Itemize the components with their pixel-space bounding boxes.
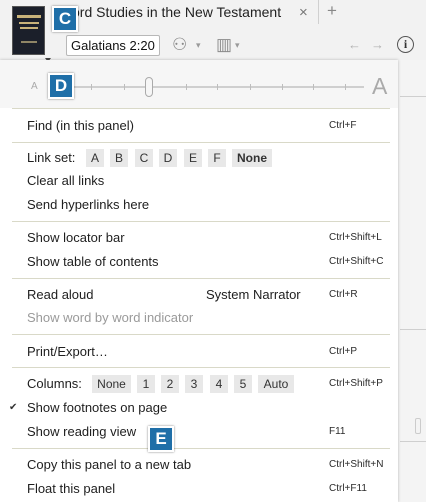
link-set-option-none[interactable]: None — [232, 149, 272, 167]
visual-filter-dropdown-icon[interactable]: ▾ — [196, 40, 201, 51]
font-size-small-label: A — [31, 81, 38, 92]
link-set-option-f[interactable]: F — [208, 149, 226, 167]
slider-tick — [250, 84, 251, 90]
panel-layout-dropdown-icon[interactable]: ▾ — [235, 40, 240, 51]
link-set-option-b[interactable]: B — [110, 149, 128, 167]
menu-divider — [12, 278, 390, 279]
slider-tick — [186, 84, 187, 90]
columns-option-none[interactable]: None — [92, 375, 131, 393]
forward-arrow-icon[interactable]: → — [371, 37, 384, 52]
columns-option-1[interactable]: 1 — [137, 375, 155, 393]
link-set-label: Link set: — [27, 150, 76, 165]
book-cover-thumbnail[interactable] — [12, 6, 45, 55]
link-set-option-e[interactable]: E — [184, 149, 202, 167]
checkmark-icon: ✔ — [9, 402, 18, 413]
back-arrow-icon[interactable]: ← — [348, 37, 361, 52]
columns-option-3[interactable]: 3 — [185, 375, 203, 393]
callout-marker-d: D — [48, 73, 74, 99]
reference-input[interactable] — [66, 35, 160, 56]
tab-title[interactable]: ord Studies in the New Testament — [72, 4, 281, 20]
panel-layout-icon[interactable]: ▥ — [216, 35, 232, 55]
shortcut-reading-view: F11 — [329, 426, 346, 437]
callout-marker-e: E — [148, 426, 174, 452]
background-line — [400, 329, 426, 330]
menu-item-send-hyperlinks[interactable]: Send hyperlinks here — [27, 196, 149, 214]
shortcut-find: Ctrl+F — [329, 120, 357, 131]
link-set-option-c[interactable]: C — [135, 149, 153, 167]
menu-item-read-aloud[interactable]: Read aloud — [27, 286, 94, 304]
menu-divider — [12, 142, 390, 143]
columns-option-4[interactable]: 4 — [210, 375, 228, 393]
menu-item-locator-bar[interactable]: Show locator bar — [27, 229, 125, 247]
font-size-large-label: A — [372, 73, 388, 99]
shortcut-table-of-contents: Ctrl+Shift+C — [329, 256, 384, 267]
menu-item-clear-links[interactable]: Clear all links — [27, 172, 104, 190]
shortcut-locator-bar: Ctrl+Shift+L — [329, 232, 382, 243]
read-aloud-voice[interactable]: System Narrator — [206, 286, 301, 304]
shortcut-copy-panel: Ctrl+Shift+N — [329, 459, 384, 470]
menu-item-float-panel[interactable]: Float this panel — [27, 480, 115, 498]
font-size-slider-thumb[interactable] — [144, 77, 153, 97]
slider-tick — [217, 84, 218, 90]
shortcut-float-panel: Ctrl+F11 — [329, 483, 367, 494]
shortcut-columns: Ctrl+Shift+P — [329, 378, 383, 389]
background-line — [400, 96, 426, 97]
font-size-slider-track[interactable] — [52, 86, 364, 88]
add-tab-icon[interactable]: + — [327, 1, 337, 21]
menu-divider — [12, 334, 390, 335]
link-set-option-d[interactable]: D — [159, 149, 177, 167]
menu-divider — [12, 108, 390, 109]
background-line — [400, 441, 426, 442]
columns-option-2[interactable]: 2 — [161, 375, 179, 393]
columns-label: Columns: — [27, 376, 82, 391]
menu-divider — [12, 448, 390, 449]
menu-item-word-indicator: Show word by word indicator — [27, 310, 194, 325]
shortcut-print-export: Ctrl+P — [329, 346, 358, 357]
scrollbar-thumb[interactable] — [415, 418, 421, 434]
shortcut-read-aloud: Ctrl+R — [329, 289, 358, 300]
tab-divider — [318, 0, 319, 24]
menu-item-table-of-contents[interactable]: Show table of contents — [27, 253, 159, 271]
visual-filter-icon[interactable]: ⚇ — [172, 35, 187, 55]
menu-item-reading-view[interactable]: Show reading view — [27, 423, 136, 441]
menu-item-copy-panel[interactable]: Copy this panel to a new tab — [27, 456, 191, 474]
menu-item-find[interactable]: Find (in this panel) — [27, 117, 134, 135]
menu-item-print-export[interactable]: Print/Export… — [27, 343, 108, 361]
info-icon[interactable]: i — [397, 36, 414, 53]
slider-tick — [313, 84, 314, 90]
menu-item-footnotes-on-page[interactable]: Show footnotes on page — [27, 399, 167, 417]
menu-divider — [12, 221, 390, 222]
columns-option-5[interactable]: 5 — [234, 375, 252, 393]
slider-tick — [282, 84, 283, 90]
slider-tick — [91, 84, 92, 90]
close-tab-icon[interactable]: × — [299, 4, 308, 21]
slider-tick — [345, 84, 346, 90]
slider-tick — [124, 84, 125, 90]
callout-marker-c: C — [52, 6, 78, 32]
link-set-option-a[interactable]: A — [86, 149, 104, 167]
menu-divider — [12, 367, 390, 368]
columns-option-auto[interactable]: Auto — [258, 375, 294, 393]
background-strip — [398, 60, 426, 502]
